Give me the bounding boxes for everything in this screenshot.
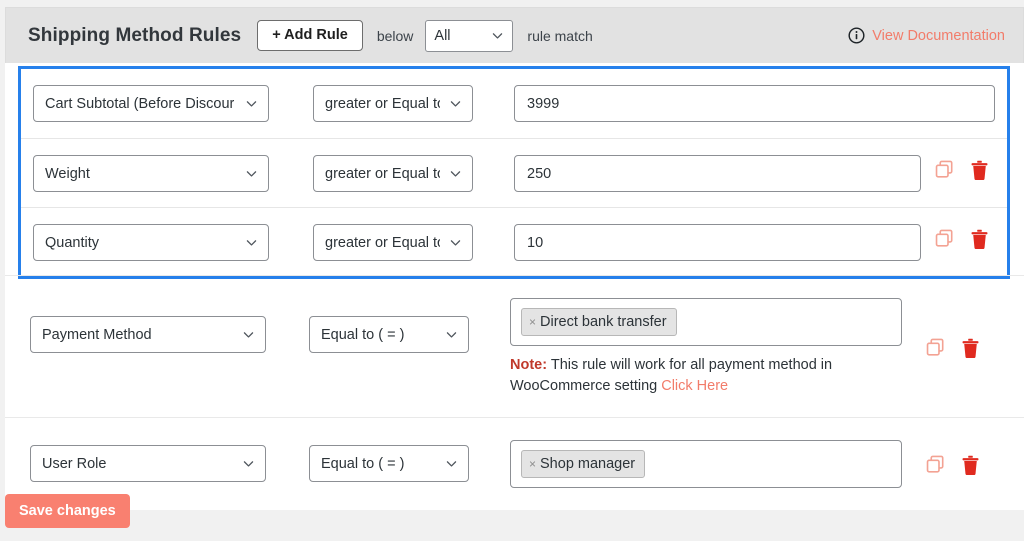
below-label: below [377, 28, 414, 44]
chevron-down-icon [445, 457, 458, 470]
rule-value-input[interactable]: 3999 [514, 85, 995, 122]
rule-operator-cell: greater or Equal to [313, 224, 473, 261]
rule-attribute-value: Weight [45, 166, 90, 182]
rule-operator-value: Equal to ( = ) [321, 456, 404, 472]
rule-operator-select[interactable]: greater or Equal to [313, 85, 473, 122]
chevron-down-icon [245, 236, 258, 249]
rule-value-token-input[interactable]: × Direct bank transfer [510, 298, 902, 346]
rules-panel-body: Cart Subtotal (Before Discour greater or… [5, 63, 1024, 510]
trash-icon[interactable] [961, 338, 980, 359]
rule-note-link[interactable]: Click Here [661, 378, 728, 394]
rule-operator-cell: greater or Equal to [313, 155, 473, 192]
add-rule-button[interactable]: + Add Rule [257, 20, 363, 51]
rule-actions [921, 224, 1007, 250]
table-row: Quantity greater or Equal to [21, 207, 1007, 276]
value-token: × Shop manager [521, 450, 645, 478]
view-documentation-label: View Documentation [872, 28, 1005, 44]
rule-operator-select[interactable]: Equal to ( = ) [309, 316, 469, 353]
rule-actions [902, 440, 988, 476]
rule-attribute-cell: Weight [33, 155, 269, 192]
rule-attribute-value: Payment Method [42, 327, 152, 343]
page-title: Shipping Method Rules [28, 25, 241, 47]
highlighted-rule-group: Cart Subtotal (Before Discour greater or… [18, 66, 1010, 279]
token-remove-icon[interactable]: × [529, 316, 536, 328]
shipping-method-rules-page: Shipping Method Rules + Add Rule below A… [0, 0, 1024, 541]
trash-icon[interactable] [961, 455, 980, 476]
token-remove-icon[interactable]: × [529, 458, 536, 470]
rule-attribute-select[interactable]: User Role [30, 445, 266, 482]
rule-operator-cell: greater or Equal to [313, 85, 473, 122]
rule-attribute-cell: Payment Method [30, 298, 266, 353]
rule-operator-select[interactable]: Equal to ( = ) [309, 445, 469, 482]
table-row: User Role Equal to ( = ) × [5, 417, 1024, 510]
rule-operator-cell: Equal to ( = ) [309, 440, 469, 482]
chevron-down-icon [445, 328, 458, 341]
chevron-down-icon [245, 97, 258, 110]
rule-attribute-select[interactable]: Payment Method [30, 316, 266, 353]
chevron-down-icon [245, 167, 258, 180]
rule-attribute-select[interactable]: Cart Subtotal (Before Discour [33, 85, 269, 122]
chevron-down-icon [449, 167, 462, 180]
rule-attribute-cell: Quantity [33, 224, 269, 261]
rule-operator-cell: Equal to ( = ) [309, 298, 469, 353]
rule-value-cell: 10 [514, 224, 921, 261]
info-icon [848, 27, 865, 44]
rule-actions [921, 155, 1007, 181]
token-label: Direct bank transfer [540, 314, 667, 330]
rule-operator-value: Equal to ( = ) [321, 327, 404, 343]
rule-match-label: rule match [527, 28, 592, 44]
rule-value-input[interactable]: 250 [514, 155, 921, 192]
rule-actions [902, 298, 988, 359]
rule-attribute-value: Cart Subtotal (Before Discour [45, 96, 234, 112]
view-documentation-link[interactable]: View Documentation [848, 27, 1005, 44]
rule-note-prefix: Note: [510, 357, 547, 373]
rule-operator-select[interactable]: greater or Equal to [313, 155, 473, 192]
rule-attribute-select[interactable]: Quantity [33, 224, 269, 261]
rule-operator-value: greater or Equal to [325, 235, 440, 251]
rule-operator-value: greater or Equal to [325, 96, 440, 112]
rule-value-text: 3999 [527, 96, 559, 112]
chevron-down-icon [449, 97, 462, 110]
rule-value-text: 250 [527, 166, 551, 182]
copy-icon[interactable] [935, 229, 956, 250]
trash-icon[interactable] [970, 160, 989, 181]
chevron-down-icon [491, 29, 504, 42]
copy-icon[interactable] [926, 338, 947, 359]
save-changes-button[interactable]: Save changes [5, 494, 130, 529]
rule-value-cell: 250 [514, 155, 921, 192]
value-token: × Direct bank transfer [521, 308, 677, 336]
rule-note: Note: This rule will work for all paymen… [510, 355, 865, 397]
chevron-down-icon [242, 457, 255, 470]
rule-attribute-cell: Cart Subtotal (Before Discour [33, 85, 269, 122]
rule-attribute-select[interactable]: Weight [33, 155, 269, 192]
table-row: Payment Method Equal to ( = ) × [5, 275, 1024, 417]
rule-operator-value: greater or Equal to [325, 166, 440, 182]
rule-match-select[interactable]: All [425, 20, 513, 52]
rule-value-input[interactable]: 10 [514, 224, 921, 261]
chevron-down-icon [449, 236, 462, 249]
table-row: Weight greater or Equal to [21, 138, 1007, 207]
rule-value-cell: 3999 [514, 85, 995, 122]
rule-operator-select[interactable]: greater or Equal to [313, 224, 473, 261]
rule-attribute-value: Quantity [45, 235, 99, 251]
copy-icon[interactable] [926, 455, 947, 476]
trash-icon[interactable] [970, 229, 989, 250]
rule-value-cell: × Shop manager [510, 440, 902, 488]
rule-attribute-cell: User Role [30, 440, 266, 482]
rule-value-token-input[interactable]: × Shop manager [510, 440, 902, 488]
panel-header: Shipping Method Rules + Add Rule below A… [5, 7, 1024, 63]
rule-value-text: 10 [527, 235, 543, 251]
rule-match-select-value: All [434, 28, 450, 44]
rule-value-cell: × Direct bank transfer Note: This rule w… [510, 298, 902, 397]
copy-icon[interactable] [935, 160, 956, 181]
token-label: Shop manager [540, 456, 635, 472]
table-row: Cart Subtotal (Before Discour greater or… [21, 69, 1007, 138]
rule-attribute-value: User Role [42, 456, 106, 472]
chevron-down-icon [242, 328, 255, 341]
